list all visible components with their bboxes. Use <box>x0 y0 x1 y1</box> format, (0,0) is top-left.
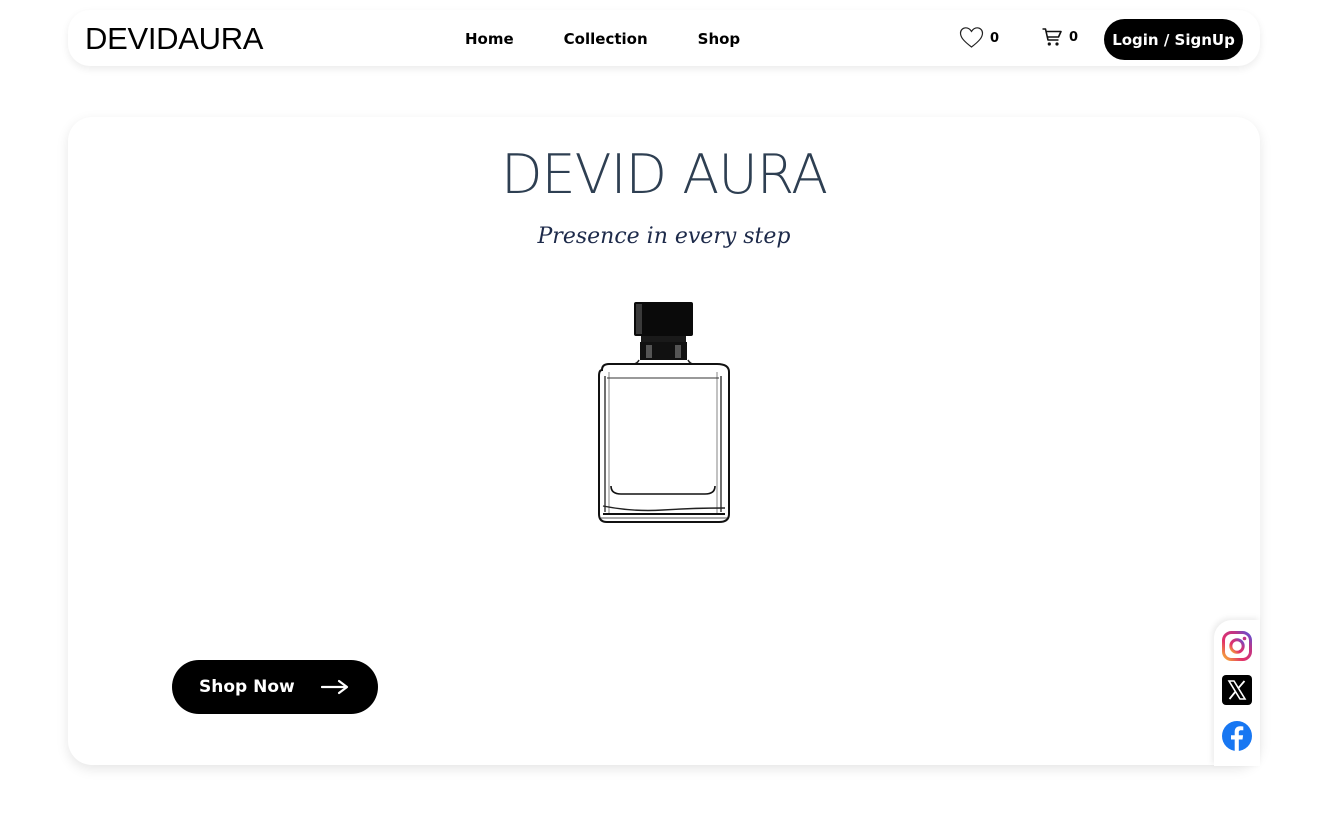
hero-tagline: Presence in every step <box>537 224 791 249</box>
hero-title: DEVID AURA <box>500 143 828 206</box>
cart-button[interactable]: 0 <box>1041 26 1078 48</box>
brand-logo[interactable]: DEVIDAURA <box>85 22 263 56</box>
hero-card: DEVID AURA Presence in every step Shop N… <box>68 117 1260 765</box>
top-navbar: DEVIDAURA Home Collection Shop 0 0 Login… <box>68 10 1260 66</box>
cart-icon <box>1042 28 1062 46</box>
nav-link-shop[interactable]: Shop <box>698 30 741 48</box>
arrow-right-icon <box>321 679 349 695</box>
shop-now-label: Shop Now <box>199 677 295 697</box>
wishlist-area: 0 <box>959 26 999 50</box>
x-icon[interactable] <box>1221 674 1253 706</box>
wishlist-count: 0 <box>990 30 1000 46</box>
nav-link-home[interactable]: Home <box>465 30 514 48</box>
main-nav: Home Collection Shop <box>465 30 790 48</box>
heart-icon <box>959 27 984 48</box>
instagram-icon[interactable] <box>1221 630 1253 662</box>
shop-now-button[interactable]: Shop Now <box>172 660 378 714</box>
login-signup-button[interactable]: Login / SignUp <box>1104 19 1243 60</box>
nav-link-collection[interactable]: Collection <box>564 30 648 48</box>
cart-count: 0 <box>1069 29 1079 45</box>
social-sidebar <box>1214 620 1260 766</box>
cart-area: 0 <box>1041 26 1078 48</box>
facebook-icon[interactable] <box>1221 720 1253 752</box>
wishlist-button[interactable]: 0 <box>959 26 999 50</box>
perfume-bottle-image <box>598 302 730 523</box>
